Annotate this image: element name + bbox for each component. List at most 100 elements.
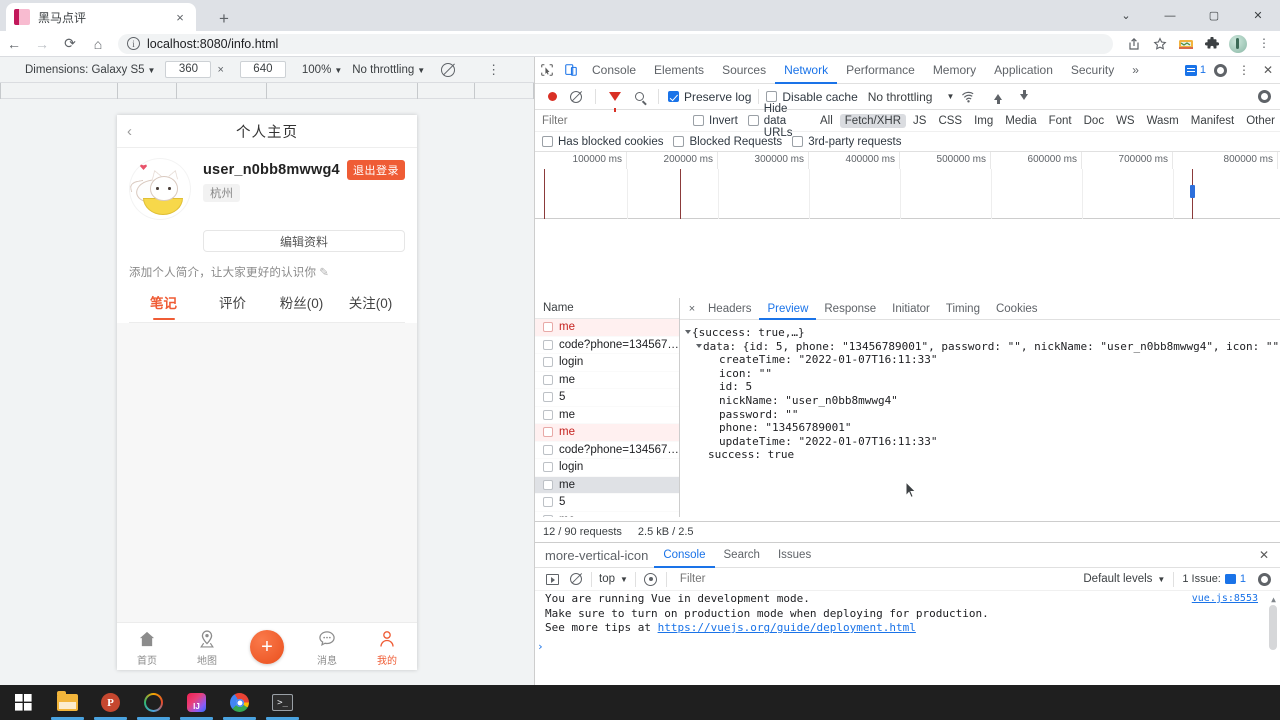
- console-scrollbar[interactable]: ▲: [1269, 593, 1278, 683]
- json-row[interactable]: createTime: "2022-01-07T16:11:33": [686, 353, 1280, 367]
- taskbar-powerpoint[interactable]: P: [89, 685, 132, 720]
- back-icon[interactable]: ‹: [127, 123, 132, 140]
- extension-icon-colored[interactable]: [1173, 31, 1199, 57]
- filter-type-css[interactable]: CSS: [933, 114, 967, 128]
- nav-item-add[interactable]: +: [237, 629, 297, 666]
- console-settings-gear-icon[interactable]: [1252, 567, 1276, 591]
- tab-overflow-icon[interactable]: »: [1123, 57, 1148, 84]
- nav-item-map[interactable]: 地图: [177, 629, 237, 667]
- tab-memory[interactable]: Memory: [924, 57, 985, 84]
- drawer-close-icon[interactable]: ✕: [1252, 543, 1276, 567]
- filter-type-doc[interactable]: Doc: [1079, 114, 1109, 128]
- clear-console-icon[interactable]: [564, 567, 588, 591]
- disable-cache-checkbox[interactable]: Disable cache: [766, 90, 858, 104]
- has-blocked-cookies-checkbox[interactable]: Has blocked cookies: [542, 136, 663, 148]
- table-row[interactable]: login: [535, 459, 679, 477]
- taskbar-terminal[interactable]: >_: [261, 685, 304, 720]
- minimize-button[interactable]: —: [1148, 0, 1192, 31]
- taskbar-intellij[interactable]: [175, 685, 218, 720]
- back-icon[interactable]: ←: [0, 31, 28, 57]
- vuejs-deployment-link[interactable]: https://vuejs.org/guide/deployment.html: [658, 621, 916, 634]
- request-list-header[interactable]: Name: [535, 298, 679, 319]
- device-more-options-icon[interactable]: ⋮: [487, 63, 500, 76]
- tab-performance[interactable]: Performance: [837, 57, 924, 84]
- search-icon[interactable]: [627, 85, 651, 109]
- json-row[interactable]: {success: true,…}: [685, 326, 1280, 340]
- json-row[interactable]: icon: "": [686, 367, 1280, 381]
- console-levels-selector[interactable]: Default levels ▼: [1077, 573, 1171, 585]
- hide-data-urls-checkbox[interactable]: Hide data URLs: [747, 103, 806, 139]
- edit-profile-button[interactable]: 编辑资料: [203, 230, 405, 252]
- filter-funnel-icon[interactable]: [603, 85, 627, 112]
- tab-search-icon[interactable]: ⌄: [1104, 0, 1148, 31]
- table-row[interactable]: code?phone=134567890...: [535, 442, 679, 459]
- detail-tab-timing[interactable]: Timing: [938, 298, 988, 320]
- third-party-requests-checkbox[interactable]: 3rd-party requests: [792, 136, 902, 148]
- filter-type-ws[interactable]: WS: [1111, 114, 1140, 128]
- drawer-tab-issues[interactable]: Issues: [769, 543, 820, 568]
- tab-close-icon[interactable]: ×: [172, 9, 188, 25]
- json-row[interactable]: phone: "13456789001": [686, 421, 1280, 435]
- profile-avatar[interactable]: [1225, 31, 1251, 57]
- network-filter-input[interactable]: [542, 112, 687, 129]
- json-row[interactable]: data: {id: 5, phone: "13456789001", pass…: [686, 340, 1280, 354]
- avatar[interactable]: [129, 158, 191, 220]
- network-conditions-icon[interactable]: [956, 85, 980, 109]
- inspect-element-icon[interactable]: [535, 58, 559, 82]
- network-throttling-selector[interactable]: No throttling ▼: [868, 90, 955, 104]
- chrome-menu-icon[interactable]: ⋮: [1251, 31, 1277, 57]
- detail-tab-initiator[interactable]: Initiator: [884, 298, 938, 320]
- expand-triangle-icon[interactable]: [696, 343, 702, 348]
- logout-button[interactable]: 退出登录: [347, 160, 405, 180]
- table-row[interactable]: code?phone=134567890...: [535, 337, 679, 354]
- network-overview-timeline[interactable]: 100000 ms 200000 ms 300000 ms 400000 ms …: [535, 152, 1280, 219]
- address-bar[interactable]: i localhost:8080/info.html: [118, 33, 1113, 54]
- clear-network-icon[interactable]: [564, 85, 588, 109]
- detail-tab-headers[interactable]: Headers: [700, 298, 759, 320]
- tab-elements[interactable]: Elements: [645, 57, 713, 84]
- table-row[interactable]: me: [535, 372, 679, 389]
- bookmark-star-icon[interactable]: [1147, 31, 1173, 57]
- filter-type-js[interactable]: JS: [908, 114, 931, 128]
- filter-type-media[interactable]: Media: [1000, 114, 1041, 128]
- blocked-requests-checkbox[interactable]: Blocked Requests: [673, 136, 782, 148]
- close-window-button[interactable]: ✕: [1236, 0, 1280, 31]
- reload-icon[interactable]: ⟳: [56, 31, 84, 57]
- taskbar-ring-app[interactable]: [132, 685, 175, 720]
- filter-type-fetch-xhr[interactable]: Fetch/XHR: [839, 113, 907, 128]
- detail-tab-response[interactable]: Response: [816, 298, 884, 320]
- filter-type-other[interactable]: Other: [1241, 114, 1280, 128]
- network-settings-gear-icon[interactable]: [1252, 85, 1276, 109]
- table-row-selected[interactable]: me: [535, 476, 679, 494]
- tab-network[interactable]: Network: [775, 57, 837, 84]
- devtools-close-icon[interactable]: ✕: [1256, 58, 1280, 82]
- table-row[interactable]: login: [535, 354, 679, 372]
- preserve-log-checkbox[interactable]: Preserve log: [668, 90, 751, 104]
- profile-tab-reviews[interactable]: 评价: [198, 292, 267, 320]
- record-button[interactable]: [540, 85, 564, 109]
- live-expression-icon[interactable]: [639, 567, 663, 591]
- console-source-link[interactable]: vue.js:8553: [1192, 592, 1258, 607]
- tab-application[interactable]: Application: [985, 57, 1062, 84]
- issues-badge[interactable]: 1 Issue: 1: [1176, 573, 1252, 585]
- drawer-tab-search[interactable]: Search: [715, 543, 769, 568]
- table-row[interactable]: 5: [535, 389, 679, 407]
- filter-type-font[interactable]: Font: [1044, 114, 1077, 128]
- maximize-button[interactable]: ▢: [1192, 0, 1236, 31]
- filter-type-manifest[interactable]: Manifest: [1186, 114, 1239, 128]
- filter-type-wasm[interactable]: Wasm: [1142, 114, 1184, 128]
- home-icon[interactable]: ⌂: [84, 31, 112, 57]
- rotate-icon[interactable]: [441, 62, 456, 77]
- toggle-device-toolbar-icon[interactable]: [559, 58, 583, 82]
- profile-tab-followers[interactable]: 粉丝(0): [267, 292, 336, 320]
- export-har-icon[interactable]: [1012, 85, 1036, 109]
- filter-type-all[interactable]: All: [815, 114, 838, 128]
- nav-item-messages[interactable]: 消息: [297, 629, 357, 667]
- table-row[interactable]: me: [535, 407, 679, 424]
- nav-item-home[interactable]: 首页: [117, 629, 177, 667]
- start-button[interactable]: [0, 685, 46, 720]
- json-row[interactable]: id: 5: [686, 380, 1280, 394]
- detail-tab-preview[interactable]: Preview: [759, 298, 816, 320]
- site-info-icon[interactable]: i: [127, 37, 140, 50]
- profile-tab-following[interactable]: 关注(0): [336, 292, 405, 320]
